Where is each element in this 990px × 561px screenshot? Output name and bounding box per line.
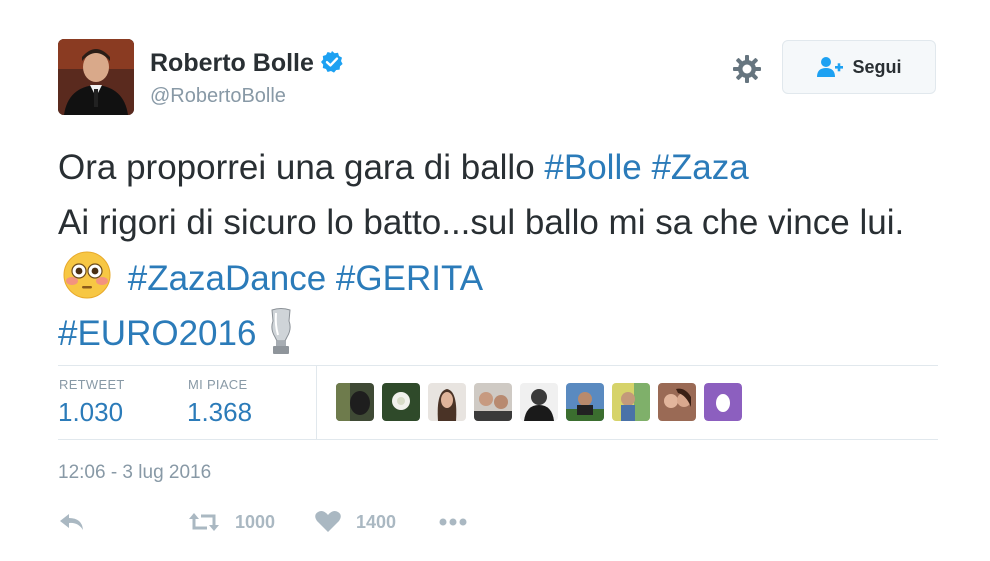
user-handle[interactable]: @RobertoBolle: [150, 84, 286, 108]
liker-avatar[interactable]: [382, 383, 420, 421]
user-name-text[interactable]: Roberto Bolle: [150, 49, 314, 77]
stats-top-divider: [58, 365, 938, 366]
retweet-icon: [189, 513, 219, 531]
hashtag-link[interactable]: #EURO2016: [58, 314, 256, 353]
tweet-text: Ora proporrei una gara di ballo #Bolle #…: [58, 140, 938, 361]
retweet-count: 1000: [235, 511, 276, 532]
liker-avatar[interactable]: [520, 383, 558, 421]
flushed-face-emoji: [63, 251, 111, 299]
trophy-emoji: [271, 308, 292, 354]
like-button[interactable]: 1400: [314, 510, 396, 534]
follow-button[interactable]: Segui: [782, 40, 936, 94]
stats-bottom-divider: [58, 439, 938, 440]
egg-avatar[interactable]: [704, 383, 742, 421]
liker-avatar[interactable]: [612, 383, 650, 421]
like-stat-label: MI PIACE: [188, 377, 248, 392]
stats-separator: [316, 365, 317, 439]
user-avatar[interactable]: [58, 39, 134, 115]
liker-avatar[interactable]: [428, 383, 466, 421]
follow-button-label: Segui: [852, 56, 902, 77]
heart-icon: [315, 511, 341, 532]
hashtag-link[interactable]: #GERITA: [336, 259, 483, 298]
more-button[interactable]: [438, 510, 468, 534]
more-icon: [439, 518, 467, 526]
liker-avatar[interactable]: [336, 383, 374, 421]
tweet-timestamp[interactable]: 12:06 - 3 lug 2016: [58, 462, 211, 484]
like-count: 1400: [356, 511, 397, 532]
hashtag-link[interactable]: #ZazaDance: [128, 259, 326, 298]
reply-icon: [60, 514, 83, 530]
likers-avatars: [336, 383, 742, 421]
retweet-stat-value[interactable]: 1.030: [58, 397, 123, 428]
verified-badge-icon: [320, 51, 343, 73]
reply-button[interactable]: [58, 510, 86, 534]
liker-avatar[interactable]: [658, 383, 696, 421]
user-name[interactable]: Roberto Bolle: [150, 48, 344, 78]
hashtag-link[interactable]: #Bolle: [544, 148, 641, 187]
like-stat-value[interactable]: 1.368: [187, 397, 252, 428]
tweet-text-part: Ora proporrei una gara di ballo: [58, 148, 545, 187]
tweet-text-part: Ai rigori di sicuro lo batto...sul ballo…: [58, 203, 905, 242]
gear-icon[interactable]: [730, 52, 764, 86]
retweet-stat-label: RETWEET: [59, 377, 125, 392]
add-user-icon: [817, 57, 844, 77]
liker-avatar[interactable]: [474, 383, 512, 421]
hashtag-link[interactable]: #Zaza: [651, 148, 748, 187]
retweet-button[interactable]: 1000: [187, 510, 275, 534]
liker-avatar[interactable]: [566, 383, 604, 421]
